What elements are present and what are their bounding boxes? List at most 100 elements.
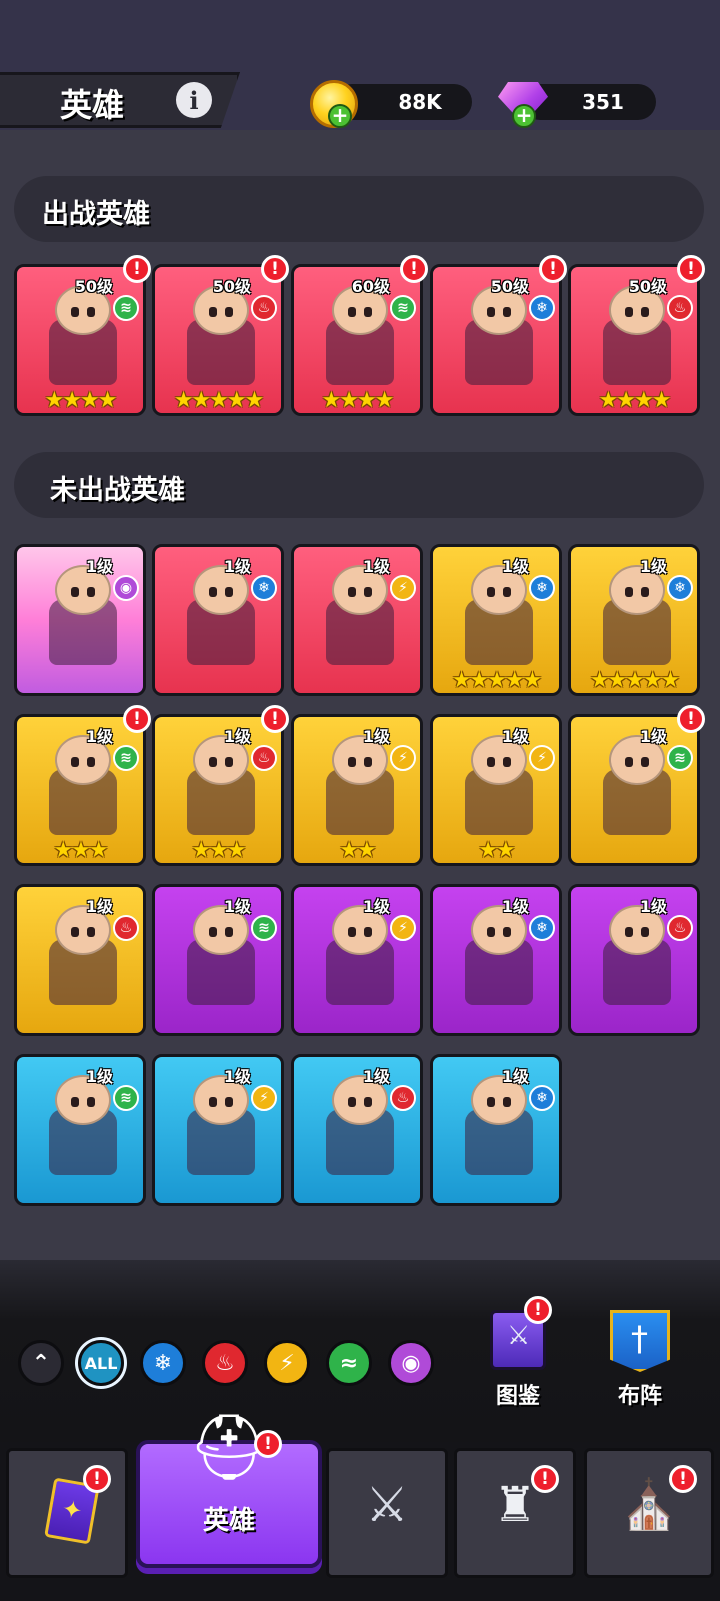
ice-element-icon: ❄ [251, 575, 277, 601]
fire-element-icon: ♨ [390, 1085, 416, 1111]
hero-level: 1级 [639, 727, 667, 746]
hero-stars: ★★★★★ [173, 388, 265, 413]
hero-level: 1级 [223, 557, 251, 576]
hero-level: 50级 [212, 277, 251, 296]
hero-stars: ★★ [339, 838, 376, 863]
hero-card[interactable]: 50级 ≋ ★★★★! [14, 255, 151, 416]
hero-card-background: 1级 ❄ ★★★★★ [571, 547, 697, 693]
hero-level: 1级 [223, 1067, 251, 1086]
add-coins-button[interactable]: + [328, 104, 352, 128]
wind-element-icon: ≋ [251, 915, 277, 941]
hero-card[interactable]: 60级 ≋ ★★★★! [291, 255, 428, 416]
crossed-swords-icon: ⚔ [365, 1477, 409, 1533]
hero-card-background: 1级 ⚡ ★★ [433, 717, 559, 863]
hero-card[interactable]: 1级 ❄ ★★★★★ [568, 544, 700, 696]
thunder-element-icon: ⚡ [390, 915, 416, 941]
nav-tab-battle[interactable]: ⚔ [326, 1448, 448, 1578]
hero-card-background: 1级 ≋ [155, 887, 281, 1033]
hero-alert-badge: ! [539, 255, 567, 283]
hero-card[interactable]: 1级 ≋ [14, 1054, 146, 1206]
hero-card-background: 1级 ❄ [155, 547, 281, 693]
filter-ice-button[interactable]: ❄ [140, 1340, 186, 1386]
hero-level: 50级 [74, 277, 113, 296]
hero-alert-badge: ! [123, 705, 151, 733]
hero-card[interactable]: 1级 ≋ ★★★! [14, 705, 151, 866]
hero-level: 1级 [362, 1067, 390, 1086]
fire-element-icon: ♨ [251, 745, 277, 771]
hero-stars: ★★★★ [598, 388, 672, 413]
hero-card[interactable]: 1级 ❄ [430, 1054, 562, 1206]
hero-level: 1级 [362, 897, 390, 916]
hero-card-background: 1级 ≋ [571, 717, 697, 863]
hero-alert-badge: ! [677, 705, 705, 733]
hero-level: 1级 [223, 727, 251, 746]
hero-level: 1级 [85, 727, 113, 746]
hero-stars: ★★★★ [321, 388, 395, 413]
hero-card-background: 1级 ◉ [17, 547, 143, 693]
inactive-heroes-title: 未出战英雄 [50, 475, 185, 506]
hero-card[interactable]: 1级 ❄ [430, 884, 562, 1036]
filter-fire-button[interactable]: ♨ [202, 1340, 248, 1386]
filter-thunder-button[interactable]: ⚡ [264, 1340, 310, 1386]
hero-stars: ★★★★★ [451, 668, 543, 693]
hero-card-background: 1级 ❄ [433, 1057, 559, 1203]
hero-card-background: 50级 ❄ [433, 267, 559, 413]
collapse-filter-button[interactable]: ⌃ [18, 1340, 64, 1386]
hero-card[interactable]: 50级 ♨ ★★★★★! [152, 255, 289, 416]
hero-card[interactable]: 1级 ⚡ [152, 1054, 284, 1206]
filter-psy-button[interactable]: ◉ [388, 1340, 434, 1386]
codex-button[interactable]: ! 图鉴 [468, 1296, 568, 1420]
thunder-element-icon: ⚡ [251, 1085, 277, 1111]
hero-alert-badge: ! [400, 255, 428, 283]
hero-card[interactable]: 1级 ≋! [568, 705, 705, 866]
hero-level: 1级 [362, 557, 390, 576]
hero-card-background: 1级 ♨ [294, 1057, 420, 1203]
hero-card[interactable]: 1级 ⚡ ★★ [291, 714, 423, 866]
add-gems-button[interactable]: + [512, 104, 536, 128]
hero-level: 1级 [501, 557, 529, 576]
hero-card[interactable]: 1级 ♨ [14, 884, 146, 1036]
hero-level: 1级 [639, 897, 667, 916]
hero-card[interactable]: 1级 ❄ [152, 544, 284, 696]
hero-card[interactable]: 1级 ♨ ★★★! [152, 705, 289, 866]
ice-element-icon: ❄ [667, 575, 693, 601]
castle-alert-badge: ! [531, 1465, 559, 1493]
eye-icon: ◉ [401, 1350, 421, 1376]
active-heroes-title: 出战英雄 [42, 199, 150, 230]
hero-card-background: 1级 ❄ ★★★★★ [433, 547, 559, 693]
filter-all-button[interactable]: ALL [78, 1340, 124, 1386]
hero-level: 1级 [85, 897, 113, 916]
wind-element-icon: ≋ [390, 295, 416, 321]
hero-card[interactable]: 50级 ❄! [430, 255, 567, 416]
hero-card-background: 1级 ♨ [17, 887, 143, 1033]
nav-tab-heroes[interactable]: ⛑ ! 英雄 [136, 1416, 322, 1568]
ice-element-icon: ❄ [529, 295, 555, 321]
filter-wind-button[interactable]: ≈ [326, 1340, 372, 1386]
hero-card[interactable]: 1级 ♨ [568, 884, 700, 1036]
hero-card[interactable]: 1级 ⚡ ★★ [430, 714, 562, 866]
formation-label: 布阵 [617, 1384, 662, 1409]
hero-card[interactable]: 1级 ♨ [291, 1054, 423, 1206]
hero-card[interactable]: 1级 ⚡ [291, 544, 423, 696]
hero-level: 1级 [362, 727, 390, 746]
hero-card[interactable]: 1级 ❄ ★★★★★ [430, 544, 562, 696]
hero-card[interactable]: 1级 ◉ [14, 544, 146, 696]
formation-button[interactable]: 布阵 [590, 1310, 690, 1420]
wind-element-icon: ≋ [667, 745, 693, 771]
thunder-element-icon: ⚡ [529, 745, 555, 771]
nav-tab-castle[interactable]: ♜ ! [454, 1448, 576, 1578]
fire-element-icon: ♨ [667, 295, 693, 321]
nav-tab-shop[interactable]: ⛪ ! [584, 1448, 714, 1578]
cards-alert-badge: ! [83, 1465, 111, 1493]
hero-card-background: 1级 ⚡ [155, 1057, 281, 1203]
nav-tab-cards[interactable]: ! [6, 1448, 128, 1578]
hero-stars: ★★★ [53, 838, 108, 863]
hero-card[interactable]: 1级 ⚡ [291, 884, 423, 1036]
hero-card[interactable]: 50级 ♨ ★★★★! [568, 255, 705, 416]
hero-card[interactable]: 1级 ≋ [152, 884, 284, 1036]
info-icon[interactable]: i [176, 82, 212, 118]
hero-alert-badge: ! [677, 255, 705, 283]
hero-level: 60级 [351, 277, 390, 296]
hero-stars: ★★★★★ [589, 668, 681, 693]
hero-card-background: 1级 ♨ [571, 887, 697, 1033]
